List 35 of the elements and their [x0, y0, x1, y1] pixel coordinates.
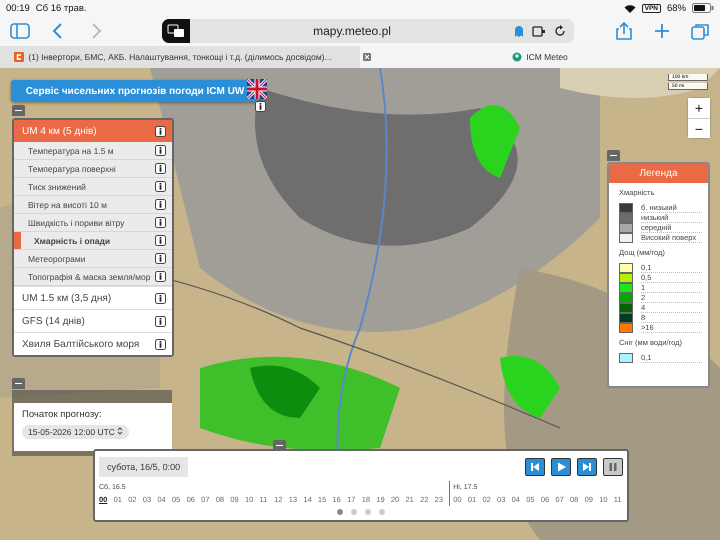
- status-date: Сб 16 трав.: [36, 2, 87, 14]
- layer-item[interactable]: Метеорограми: [14, 250, 172, 268]
- address-bar[interactable]: mapy.meteo.pl: [162, 19, 574, 43]
- layer-label: Метеорограми: [28, 254, 86, 264]
- model-label: Хвиля Балтійського моря: [22, 338, 140, 350]
- layer-item[interactable]: Топографія & маска земля/мор: [14, 268, 172, 286]
- zoom-out-button[interactable]: −: [688, 118, 710, 138]
- current-time-label: субота, 16/5, 0:00: [99, 457, 188, 477]
- layer-label: Температура на 1.5 м: [28, 146, 114, 156]
- forecast-start-label: Початок прогнозу:: [22, 409, 102, 420]
- layer-label: Вітер на висоті 10 м: [28, 200, 107, 210]
- layer-item[interactable]: Вітер на висоті 10 м: [14, 196, 172, 214]
- url-text: mapy.meteo.pl: [312, 24, 392, 38]
- browser-tab[interactable]: (1) Інвертори, БМС, АКБ. Налаштування, тонкощі і т.д. (ділимось досвідом)...: [0, 46, 360, 68]
- layer-item[interactable]: Температура на 1.5 м: [14, 142, 172, 160]
- title-button[interactable]: Сервіс чисельних прогнозів погоди ICM UW: [11, 80, 259, 102]
- layer-item[interactable]: Швидкість і пориви вітру: [14, 214, 172, 232]
- layer-item[interactable]: Хмарність і опади: [14, 232, 172, 250]
- model-item[interactable]: UM 4 км (5 днів): [14, 120, 172, 142]
- model-label: UM 4 км (5 днів): [22, 126, 97, 136]
- zoom-in-button[interactable]: +: [688, 98, 710, 118]
- layer-label: Температура поверхні: [28, 164, 116, 174]
- legend-title: Легенда: [609, 164, 708, 183]
- layer-item[interactable]: Температура поверхні: [14, 160, 172, 178]
- layer-item[interactable]: Тиск знижений: [14, 178, 172, 196]
- model-item[interactable]: Хвиля Балтійського моря: [14, 332, 172, 355]
- model-label: UM 1.5 км (3,5 дня): [22, 292, 112, 304]
- forecast-start-select[interactable]: 15-05-2026 12:00 UTC: [22, 425, 130, 439]
- layer-label: Швидкість і пориви вітру: [28, 218, 124, 228]
- status-time: 00:19: [6, 2, 30, 14]
- layer-label: Топографія & маска земля/мор: [28, 272, 150, 282]
- model-label: GFS (14 днів): [22, 316, 85, 326]
- layer-label: Тиск знижений: [28, 182, 86, 192]
- layer-label: Хмарність і опади: [34, 236, 110, 246]
- battery-percent: 68%: [666, 2, 686, 14]
